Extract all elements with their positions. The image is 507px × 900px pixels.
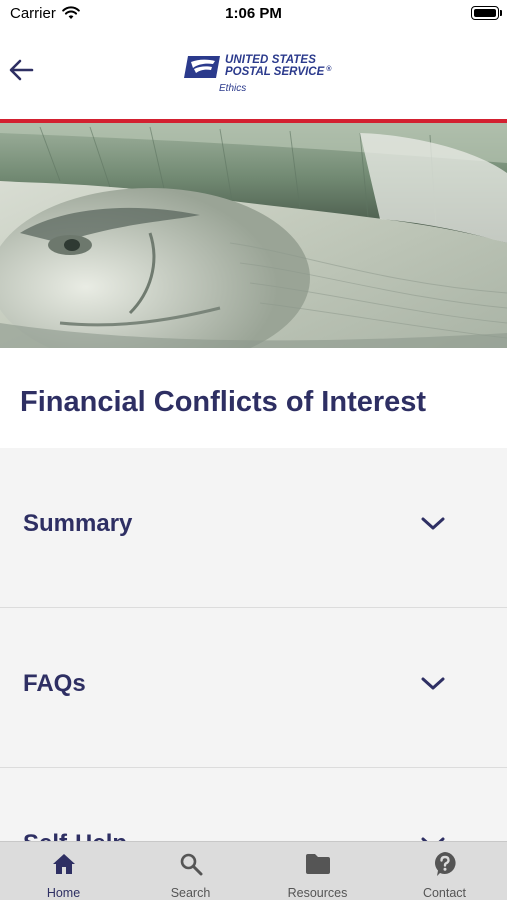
- logo-subtitle: Ethics: [219, 83, 247, 94]
- accordion-label: Self-Help: [23, 830, 127, 841]
- chevron-down-icon[interactable]: [418, 834, 448, 841]
- tab-resources[interactable]: Resources: [254, 842, 381, 900]
- chevron-down-icon[interactable]: [418, 674, 448, 694]
- logo-text-line1: UNITED STATES: [225, 54, 316, 66]
- tab-home[interactable]: Home: [0, 842, 127, 900]
- tab-label: Home: [46, 886, 81, 900]
- tab-search[interactable]: Search: [127, 842, 254, 900]
- status-time: 1:06 PM: [225, 5, 282, 22]
- tab-label: Resources: [287, 886, 348, 900]
- help-icon: [432, 851, 458, 877]
- back-button[interactable]: [4, 56, 38, 88]
- usps-ethics-logo: UNITED STATES POSTAL SERVICE ® Ethics: [184, 54, 334, 98]
- arrow-left-icon: [8, 59, 34, 86]
- home-icon: [51, 851, 77, 877]
- status-bar: Carrier 1:06 PM: [0, 0, 507, 28]
- tab-contact[interactable]: Contact: [381, 842, 507, 900]
- accordion-faqs[interactable]: FAQs: [0, 608, 507, 768]
- accordion-label: Summary: [23, 510, 133, 537]
- eagle-icon: [184, 56, 220, 83]
- logo-text-line2: POSTAL SERVICE ®: [225, 66, 332, 78]
- page-title: Financial Conflicts of Interest: [20, 386, 427, 418]
- app-header: UNITED STATES POSTAL SERVICE ® Ethics: [0, 28, 507, 120]
- accordion-label: FAQs: [23, 670, 86, 697]
- accordion-self-help[interactable]: Self-Help: [0, 768, 507, 841]
- hero-image: [0, 123, 507, 348]
- battery-icon: [471, 6, 499, 20]
- tab-label: Search: [170, 886, 211, 900]
- page-title-section: Financial Conflicts of Interest: [0, 348, 507, 448]
- folder-icon: [305, 851, 331, 877]
- bottom-tab-bar: Home Search Resources Contact: [0, 841, 507, 900]
- accordion-list: Summary FAQs Self-Help: [0, 448, 507, 841]
- tab-label: Contact: [422, 886, 467, 900]
- chevron-down-icon[interactable]: [418, 514, 448, 534]
- search-icon: [178, 851, 204, 877]
- accordion-summary[interactable]: Summary: [0, 448, 507, 608]
